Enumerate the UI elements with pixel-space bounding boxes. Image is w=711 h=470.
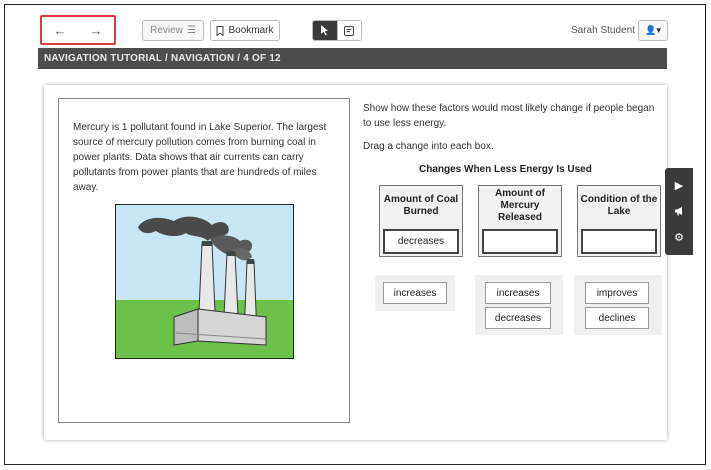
passage-panel: Mercury is 1 pollutant found in Lake Sup… — [58, 98, 350, 423]
power-plant-illustration — [115, 204, 294, 359]
play-button[interactable]: ▶ — [669, 174, 689, 196]
side-tool-panel: ▶ ⚙ — [665, 168, 693, 255]
bookmark-label: Bookmark — [228, 25, 274, 36]
column-lake-condition: Condition of the Lake — [577, 185, 661, 257]
choice-bank-coal: increases — [375, 275, 455, 311]
user-menu-button[interactable]: 👤▾ — [638, 20, 668, 41]
breadcrumb: NAVIGATION TUTORIAL / NAVIGATION / 4 OF … — [44, 53, 281, 64]
drop-box-mercury-released[interactable] — [482, 229, 558, 254]
drop-box-lake-condition[interactable] — [581, 229, 657, 254]
megaphone-icon — [674, 207, 682, 217]
text-to-speech-button[interactable] — [669, 200, 689, 222]
forward-arrow-icon: → — [89, 22, 103, 38]
choice-decreases[interactable]: decreases — [485, 307, 551, 329]
choice-bank-lake: improves declines — [574, 275, 662, 335]
back-arrow-icon: ← — [53, 22, 67, 38]
review-label: Review — [150, 25, 183, 36]
notepad-tool-button[interactable] — [336, 21, 361, 40]
review-button[interactable]: Review ☰ — [142, 20, 204, 41]
column-heading: Amount of Mercury Released — [495, 188, 545, 223]
pointer-tool-button[interactable] — [313, 21, 337, 40]
list-icon: ☰ — [186, 25, 196, 36]
gear-icon: ⚙ — [674, 232, 684, 245]
column-mercury-released: Amount of Mercury Released — [478, 185, 562, 257]
top-toolbar: ← → Review ☰ Bookmark Sarah Student 👤▾ — [38, 13, 668, 47]
choice-improves[interactable]: improves — [585, 282, 649, 304]
forward-button[interactable]: → — [78, 17, 114, 43]
choice-increases[interactable]: increases — [485, 282, 551, 304]
choice-bank-mercury: increases decreases — [475, 275, 563, 335]
choice-increases[interactable]: increases — [383, 282, 447, 304]
column-heading: Amount of Coal Burned — [383, 194, 459, 217]
column-coal-burned: Amount of Coal Burned decreases — [379, 185, 463, 257]
notepad-icon — [344, 25, 355, 36]
drag-instruction: Drag a change into each box. — [363, 141, 494, 152]
column-heading: Condition of the Lake — [580, 194, 658, 217]
tool-selector — [312, 20, 362, 41]
settings-button[interactable]: ⚙ — [669, 227, 689, 249]
navigation-arrows: ← → — [40, 15, 116, 45]
breadcrumb-bar: NAVIGATION TUTORIAL / NAVIGATION / 4 OF … — [38, 48, 667, 69]
bookmark-button[interactable]: Bookmark — [210, 20, 280, 41]
question-instructions: Show how these factors would most likely… — [363, 101, 663, 162]
student-name: Sarah Student — [571, 25, 635, 36]
drop-box-coal-burned[interactable]: decreases — [383, 229, 459, 254]
question-card: Mercury is 1 pollutant found in Lake Sup… — [44, 85, 667, 440]
bookmark-icon — [216, 25, 224, 36]
table-title: Changes When Less Energy Is Used — [419, 164, 592, 175]
question-prompt: Show how these factors would most likely… — [363, 103, 655, 129]
user-icon: 👤▾ — [645, 25, 661, 35]
back-button[interactable]: ← — [42, 17, 78, 43]
passage-text: Mercury is 1 pollutant found in Lake Sup… — [73, 122, 327, 193]
pointer-icon — [321, 25, 329, 36]
choice-declines[interactable]: declines — [585, 307, 649, 329]
play-icon: ▶ — [674, 179, 684, 192]
